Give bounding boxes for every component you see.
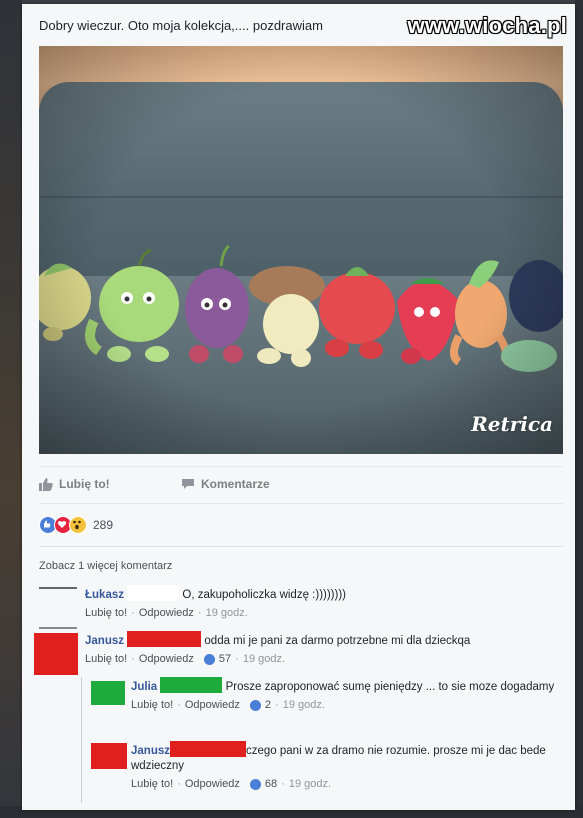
like-action[interactable]: Lubię to! <box>39 477 110 491</box>
comment-like-count[interactable]: 68 <box>265 777 277 792</box>
wow-reaction-icon <box>69 516 87 534</box>
comment-like-count[interactable]: 2 <box>265 698 271 713</box>
post-action-bar: Lubię to! Komentarze <box>39 466 563 504</box>
like-count-icon <box>203 654 215 665</box>
comment-timestamp[interactable]: 19 godz. <box>206 606 248 621</box>
avatar[interactable] <box>39 587 77 629</box>
reactions-count[interactable]: 289 <box>93 518 113 532</box>
comment-meta: Lubię to! · Odpowiedz 57 · 19 godz. <box>85 652 470 667</box>
comment-author[interactable]: Janusz <box>85 635 124 647</box>
comment-timestamp[interactable]: 19 godz. <box>289 777 331 792</box>
comment-like-link[interactable]: Lubię to! <box>131 777 173 792</box>
like-count-icon <box>249 700 261 711</box>
view-more-comments-link[interactable]: Zobacz 1 więcej komentarz <box>39 560 172 572</box>
comment-meta: Lubię to! · Odpowiedz 2 · 19 godz. <box>131 698 561 713</box>
comment-text: Prosze zaproponować sumę pieniędzy ... t… <box>225 681 555 693</box>
comment-text: O, zakupoholiczka widzę :)))))))) <box>182 589 346 601</box>
avatar[interactable] <box>91 743 127 769</box>
comment-bubble-icon <box>182 479 194 489</box>
comment-reply-link[interactable]: Odpowiedz <box>185 777 240 792</box>
meta-separator: · <box>197 607 202 619</box>
comment-like-count[interactable]: 57 <box>219 652 231 667</box>
photo-vignette <box>39 46 563 454</box>
comment-body: Julia Prosze zaproponować sumę pieniędzy… <box>131 677 561 713</box>
post-text: Dobry wieczur. Oto moja kolekcja,.... po… <box>39 18 323 33</box>
comments-section: Zobacz 1 więcej komentarz Łukasz O, zaku… <box>34 546 563 805</box>
meta-separator: · <box>275 699 279 711</box>
comment-author[interactable]: Julia <box>131 681 157 693</box>
background-right <box>575 0 583 818</box>
post-card: Dobry wieczur. Oto moja kolekcja,.... po… <box>22 4 575 810</box>
comment-action-label: Komentarze <box>201 477 270 491</box>
comment-timestamp[interactable]: 19 godz. <box>243 652 285 667</box>
comment-text: odda mi je pani za darmo potrzebne mi dl… <box>204 635 471 647</box>
comment-reply-link[interactable]: Odpowiedz <box>139 652 194 667</box>
reactions-summary[interactable]: 289 <box>39 512 113 538</box>
comment-body: Łukasz O, zakupoholiczka widzę :))))))))… <box>85 585 346 621</box>
comment-body: Janusz czego pani w za dramo nie rozumie.… <box>131 741 561 792</box>
comment-author[interactable]: Łukasz <box>85 589 124 601</box>
meta-separator: · <box>131 653 135 665</box>
meta-separator: · <box>131 607 135 619</box>
comment-timestamp[interactable]: 19 godz. <box>283 698 325 713</box>
meta-separator: · <box>235 653 239 665</box>
redacted-surname <box>127 631 202 647</box>
thumbs-up-icon <box>39 477 53 491</box>
avatar[interactable] <box>91 681 125 705</box>
comment-meta: Lubię to! · Odpowiedz 68 · 19 godz. <box>131 777 561 792</box>
redacted-surname <box>170 741 246 757</box>
watermark: www.wiocha.pl <box>407 13 567 38</box>
comment-body: Janusz odda mi je pani za darmo potrzebn… <box>85 631 470 667</box>
redacted-surname <box>160 677 223 693</box>
like-count-icon <box>249 779 261 790</box>
like-action-label: Lubię to! <box>59 477 110 491</box>
meta-separator: · <box>177 778 181 790</box>
meta-separator: · <box>281 778 285 790</box>
comment-like-link[interactable]: Lubię to! <box>85 652 127 667</box>
avatar[interactable] <box>34 633 78 675</box>
comment-action[interactable]: Komentarze <box>181 477 270 491</box>
redacted-surname <box>127 585 180 601</box>
background-left <box>0 0 22 818</box>
comment-reply-link[interactable]: Odpowiedz <box>139 606 194 621</box>
comment-meta: Lubię to! · Odpowiedz · 19 godz. <box>85 606 346 621</box>
comment-reply-link[interactable]: Odpowiedz <box>185 698 240 713</box>
comment-like-link[interactable]: Lubię to! <box>131 698 173 713</box>
comment-like-link[interactable]: Lubię to! <box>85 606 127 621</box>
retrica-watermark: Retrica <box>471 412 553 436</box>
reply-thread-line <box>81 677 82 803</box>
post-photo[interactable]: Retrica <box>39 46 563 454</box>
meta-separator: · <box>177 699 181 711</box>
comment-author[interactable]: Janusz <box>131 745 170 757</box>
